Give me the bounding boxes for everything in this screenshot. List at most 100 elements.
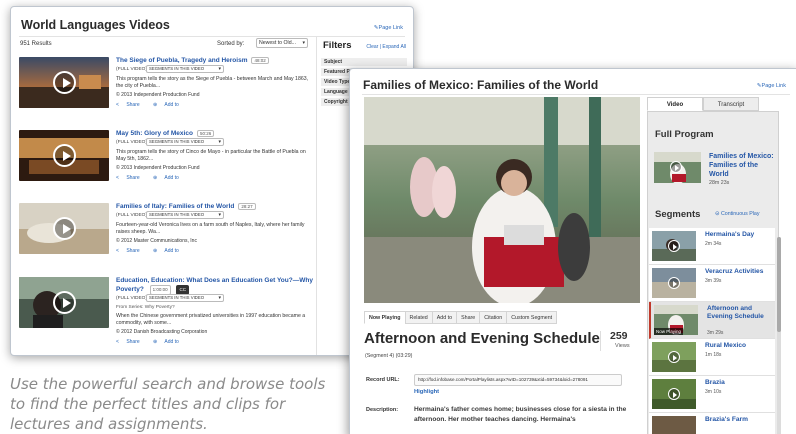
segment-scrollbar[interactable] <box>777 237 781 434</box>
add-to-link[interactable]: ⊕ Add to <box>153 175 185 181</box>
player-tabs: Now Playing Related Add to Share Citatio… <box>364 311 558 324</box>
result-description: This program tells the story as the Sieg… <box>116 76 309 89</box>
tab-now-playing[interactable]: Now Playing <box>364 311 405 324</box>
segments-select[interactable]: SEGMENTS IN THIS VIDEO ▾ <box>146 211 224 219</box>
chevron-down-icon: ▾ <box>218 212 221 218</box>
segment-name[interactable]: Rural Mexico <box>705 342 773 350</box>
tab-share[interactable]: Share <box>456 311 480 324</box>
result-thumbnail[interactable] <box>19 277 109 328</box>
plus-circle-icon: ⊕ <box>153 102 158 108</box>
result-title-text[interactable]: Education, Education: What Does an Educa… <box>116 277 313 293</box>
plus-circle-icon: ⊕ <box>153 339 158 345</box>
segment-name[interactable]: Veracruz Activities <box>705 268 773 276</box>
segment-duration: 1m 18s <box>705 352 722 358</box>
video-page-title: Families of Mexico: Families of the Worl… <box>363 78 599 92</box>
duration-badge: 48:02 <box>251 57 269 64</box>
share-link[interactable]: < Share <box>116 339 146 345</box>
add-to-label[interactable]: Add to <box>164 339 178 345</box>
result-title[interactable]: Families of Italy: Families of the World… <box>116 203 256 210</box>
segments-heading: Segments <box>655 209 701 220</box>
segment-item[interactable]: Brazia 3m 10s <box>649 376 775 413</box>
segment-item[interactable]: Brazia's Farm <box>649 413 775 434</box>
segment-name[interactable]: Afternoon and Evening Schedule <box>707 305 775 321</box>
add-to-label[interactable]: Add to <box>164 248 178 254</box>
video-player[interactable] <box>364 97 640 303</box>
result-thumbnail[interactable] <box>19 57 109 108</box>
continuous-play-label[interactable]: Continuous Play <box>721 211 760 217</box>
play-icon[interactable] <box>53 71 76 94</box>
add-to-link[interactable]: ⊕ Add to <box>153 248 185 254</box>
result-title-text[interactable]: The Siege of Puebla, Tragedy and Heroism <box>116 57 247 64</box>
tab-custom-segment[interactable]: Custom Segment <box>506 311 558 324</box>
segments-select-label: SEGMENTS IN THIS VIDEO <box>149 295 205 300</box>
result-title[interactable]: Education, Education: What Does an Educa… <box>116 277 316 295</box>
full-program-thumbnail[interactable] <box>654 152 701 183</box>
result-copyright: © 2013 Independent Production Fund <box>116 92 200 98</box>
segment-item-current[interactable]: Now Playing Afternoon and Evening Schedu… <box>649 302 775 339</box>
scrollbar-thumb[interactable] <box>777 237 781 332</box>
result-title[interactable]: May 5th: Glory of Mexico 50:26 <box>116 130 215 137</box>
result-item: The Siege of Puebla, Tragedy and Heroism… <box>19 57 315 127</box>
share-label[interactable]: Share <box>126 248 139 254</box>
chevron-down-icon: ▾ <box>218 66 221 72</box>
page-link[interactable]: ✎Page Link <box>757 83 786 89</box>
full-program-name[interactable]: Families of Mexico: Families of the Worl… <box>709 152 779 179</box>
filter-subject[interactable]: Subject <box>321 58 407 67</box>
share-label[interactable]: Share <box>126 102 139 108</box>
share-label[interactable]: Share <box>126 339 139 345</box>
segment-thumbnail: Now Playing <box>654 305 698 335</box>
play-icon[interactable] <box>53 144 76 167</box>
result-description: Fourteen-year-old Veronica lives on a fa… <box>116 222 305 235</box>
tab-related[interactable]: Related <box>404 311 432 324</box>
segment-item[interactable]: Hermaina's Day 2m 34s <box>649 228 775 265</box>
add-to-link[interactable]: ⊕ Add to <box>153 339 185 345</box>
segments-select[interactable]: SEGMENTS IN THIS VIDEO ▾ <box>146 138 224 146</box>
share-link[interactable]: < Share <box>116 175 146 181</box>
result-actions: < Share ⊕ Add to <box>116 175 191 181</box>
full-program-duration: 28m 23s <box>709 180 730 186</box>
segment-duration: 3m 10s <box>705 389 722 395</box>
share-link[interactable]: < Share <box>116 248 146 254</box>
segments-select[interactable]: SEGMENTS IN THIS VIDEO ▾ <box>146 294 224 302</box>
share-icon: < <box>116 102 119 108</box>
record-url-field[interactable]: http://fod.infobase.com/PortalPlaylists.… <box>414 374 622 386</box>
add-to-label[interactable]: Add to <box>164 175 178 181</box>
sort-select[interactable]: Newest to Old... ▾ <box>256 38 308 48</box>
continuous-play-toggle[interactable]: ⊝ Continuous Play <box>715 211 760 217</box>
segments-select[interactable]: SEGMENTS IN THIS VIDEO ▾ <box>146 65 224 73</box>
tab-citation[interactable]: Citation <box>479 311 507 324</box>
tab-video[interactable]: Video <box>647 97 703 111</box>
result-thumbnail[interactable] <box>19 130 109 181</box>
play-icon <box>668 277 680 289</box>
result-title-text[interactable]: Families of Italy: Families of the World <box>116 203 234 210</box>
result-thumbnail[interactable] <box>19 203 109 254</box>
series-label[interactable]: From Series: Why Poverty? <box>116 305 175 310</box>
play-icon[interactable] <box>53 291 76 314</box>
play-icon[interactable] <box>53 217 76 240</box>
result-title[interactable]: The Siege of Puebla, Tragedy and Heroism… <box>116 57 269 64</box>
share-label[interactable]: Share <box>126 175 139 181</box>
segment-name[interactable]: Brazia's Farm <box>705 416 773 424</box>
views-label: Views <box>615 343 630 349</box>
segment-item[interactable]: Veracruz Activities 3m 39s <box>649 265 775 302</box>
tab-transcript[interactable]: Transcript <box>703 97 759 111</box>
video-frame-image <box>364 97 640 303</box>
result-item: Education, Education: What Does an Educa… <box>19 277 316 355</box>
page-link[interactable]: ✎Page Link <box>374 25 403 31</box>
add-to-link[interactable]: ⊕ Add to <box>153 102 185 108</box>
highlight-link[interactable]: Highlight <box>414 389 439 395</box>
views-count: 259 <box>610 330 628 342</box>
result-title-text[interactable]: May 5th: Glory of Mexico <box>116 130 193 137</box>
full-video-label: (FULL VIDEO) <box>116 296 148 301</box>
play-icon[interactable] <box>670 161 682 173</box>
segment-item[interactable]: Rural Mexico 1m 18s <box>649 339 775 376</box>
segment-name[interactable]: Hermaina's Day <box>705 231 773 239</box>
segment-name[interactable]: Brazia <box>705 379 773 387</box>
result-description: This program tells the story of Cinco de… <box>116 149 306 162</box>
clear-expand-links[interactable]: Clear | Expand All <box>366 44 406 50</box>
tab-add-to[interactable]: Add to <box>431 311 457 324</box>
add-to-label[interactable]: Add to <box>164 102 178 108</box>
video-player-window: Families of Mexico: Families of the Worl… <box>349 68 796 434</box>
segment-list: Hermaina's Day 2m 34s Veracruz Activitie… <box>649 228 775 434</box>
share-link[interactable]: < Share <box>116 102 146 108</box>
